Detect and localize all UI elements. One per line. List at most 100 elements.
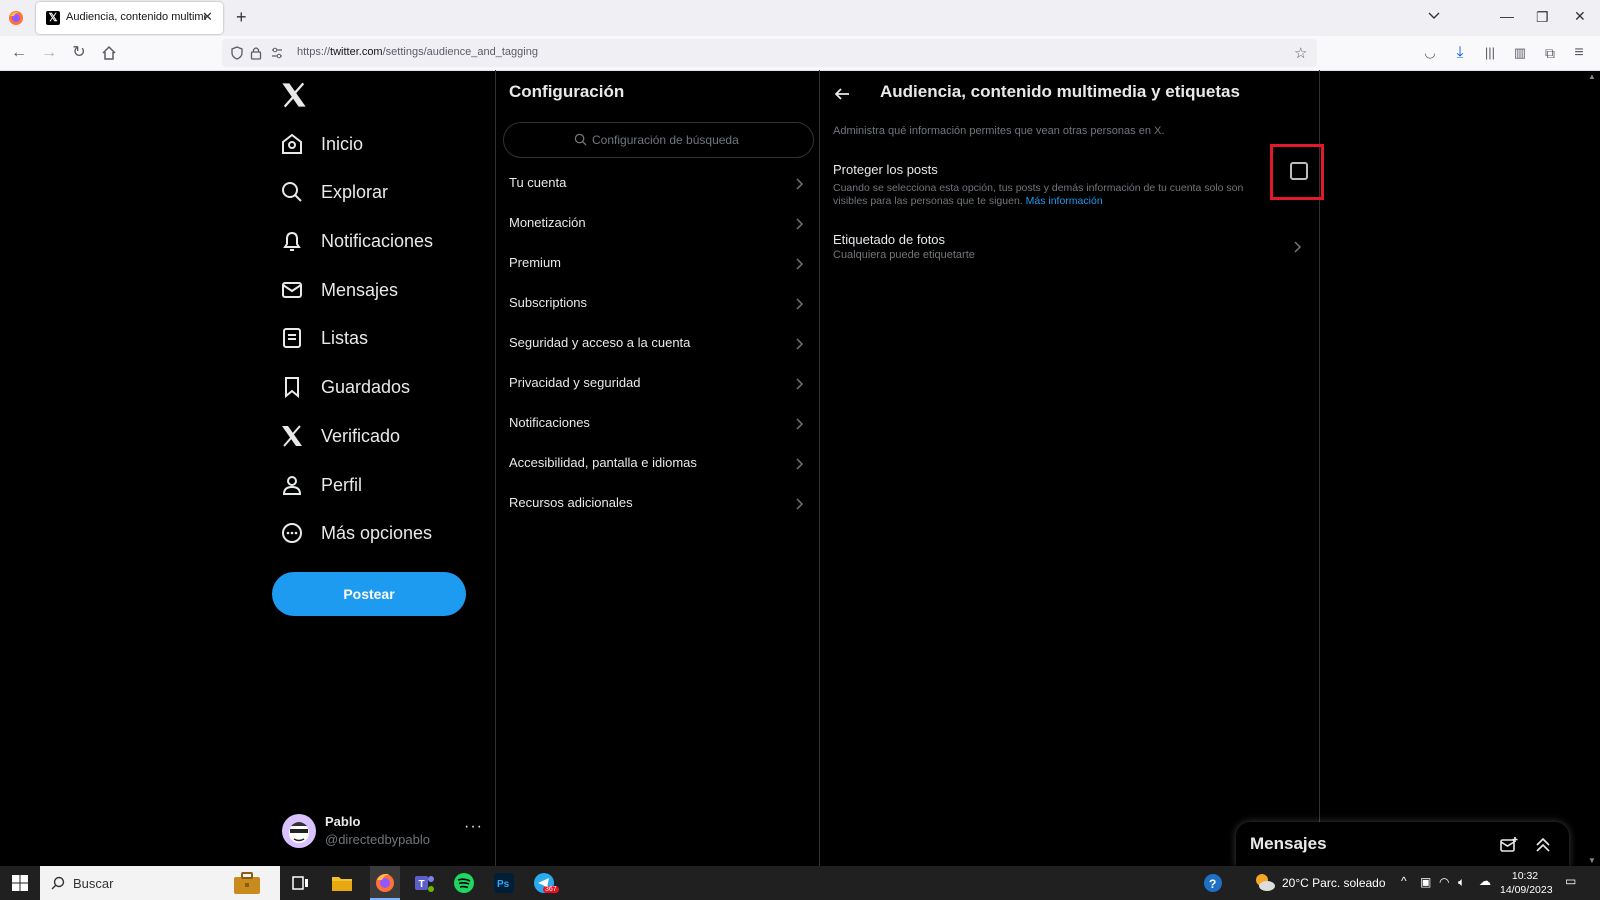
wifi-icon[interactable]: ◠ — [1439, 875, 1449, 889]
library-icon[interactable]: ||| — [1481, 44, 1499, 62]
pocket-icon[interactable]: ◡ — [1421, 44, 1439, 62]
highlight-annotation — [1270, 144, 1324, 200]
nav-label: Listas — [321, 327, 369, 348]
settings-item-notificaciones[interactable]: Notificaciones — [493, 404, 818, 444]
taskbar: Buscar T Ps 367 ? 20°C Parc. soleado ^ ▣… — [0, 866, 1600, 900]
nav-item-guardados[interactable]: Guardados — [280, 363, 410, 411]
bookmark-star-icon[interactable]: ☆ — [1294, 44, 1307, 62]
taskbar-search-input[interactable]: Buscar — [40, 866, 280, 900]
scroll-up-icon[interactable]: ▲ — [1588, 72, 1596, 81]
more-info-link[interactable]: Más información — [1026, 195, 1103, 207]
list-all-tabs-icon[interactable] — [1428, 12, 1440, 20]
settings-item-subscriptions[interactable]: Subscriptions — [493, 284, 818, 324]
svg-text:T: T — [419, 879, 425, 890]
permissions-icon[interactable] — [270, 46, 284, 60]
home-icon — [282, 133, 302, 154]
tray-app-icon[interactable]: ▣ — [1420, 875, 1431, 889]
tray-chevron-icon[interactable]: ^ — [1401, 874, 1407, 888]
telegram-badge: 367 — [543, 886, 559, 893]
photoshop-icon[interactable]: Ps — [492, 871, 516, 895]
bell-icon — [283, 231, 301, 251]
nav-item-listas[interactable]: Listas — [280, 314, 368, 362]
chevron-right-icon — [796, 458, 804, 470]
weather-text[interactable]: 20°C Parc. soleado — [1282, 876, 1386, 890]
minimize-icon[interactable]: — — [1500, 8, 1514, 24]
chevron-right-icon — [796, 418, 804, 430]
nav-label: Verificado — [321, 425, 401, 446]
settings-item-label: Privacidad y seguridad — [509, 375, 641, 390]
weather-icon[interactable] — [1254, 872, 1276, 892]
file-explorer-icon[interactable] — [330, 871, 354, 895]
search-icon — [282, 182, 302, 202]
chevron-right-icon — [796, 338, 804, 350]
sidebar-icon[interactable]: ▥ — [1511, 44, 1529, 62]
shield-icon[interactable] — [230, 46, 244, 60]
nav-item-explorar[interactable]: Explorar — [280, 168, 388, 216]
expand-icon[interactable] — [1534, 836, 1552, 854]
page-title: Audiencia, contenido multimedia y etique… — [880, 82, 1240, 101]
bookmark-icon — [285, 377, 299, 399]
taskbar-clock[interactable]: 10:32 14/09/2023 — [1500, 869, 1553, 897]
nav-item-notificaciones[interactable]: Notificaciones — [280, 217, 433, 265]
spotify-icon[interactable] — [452, 871, 476, 895]
onedrive-icon[interactable]: ☁ — [1479, 874, 1491, 888]
firefox-taskbar-icon[interactable] — [373, 871, 397, 895]
volume-icon[interactable]: 🔈︎ — [1458, 875, 1465, 890]
scroll-down-icon[interactable]: ▼ — [1588, 856, 1596, 865]
new-tab-button[interactable]: + — [236, 8, 247, 26]
firefox-icon[interactable] — [8, 10, 24, 26]
url-text[interactable]: https://twitter.com/settings/audience_an… — [297, 46, 538, 58]
settings-item-premium[interactable]: Premium — [493, 244, 818, 284]
back-arrow-icon[interactable] — [833, 85, 851, 103]
teams-icon[interactable]: T — [412, 871, 436, 895]
forward-icon[interactable]: → — [40, 44, 58, 62]
home-browser-icon[interactable] — [100, 44, 118, 62]
windows-start-icon[interactable] — [12, 875, 28, 891]
settings-item-recursos[interactable]: Recursos adicionales — [493, 484, 818, 524]
settings-item-label: Seguridad y acceso a la cuenta — [509, 335, 691, 350]
settings-item-monetizacion[interactable]: Monetización — [493, 204, 818, 244]
post-button[interactable]: Postear — [272, 572, 466, 616]
settings-item-label: Subscriptions — [509, 295, 588, 310]
settings-item-privacidad[interactable]: Privacidad y seguridad — [493, 364, 818, 404]
tab-close-icon[interactable]: ✕ — [202, 9, 213, 25]
nav-item-mas-opciones[interactable]: Más opciones — [280, 509, 432, 557]
nav-item-mensajes[interactable]: Mensajes — [280, 266, 398, 314]
nav-label: Mensajes — [321, 279, 399, 300]
nav-label: Más opciones — [321, 522, 433, 543]
task-view-icon[interactable] — [288, 871, 312, 895]
back-icon[interactable]: ← — [10, 44, 28, 62]
page-description: Administra qué información permites que … — [833, 125, 1165, 137]
search-icon — [51, 876, 65, 890]
nav-item-verificado[interactable]: Verificado — [280, 412, 400, 460]
help-icon[interactable]: ? — [1203, 873, 1223, 893]
person-icon — [282, 476, 302, 495]
messages-drawer[interactable]: Mensajes — [1236, 822, 1569, 867]
x-logo-icon[interactable] — [280, 82, 308, 108]
restore-icon[interactable]: ❐ — [1536, 9, 1549, 26]
reload-icon[interactable]: ↻ — [70, 44, 88, 62]
nav-item-inicio[interactable]: Inicio — [280, 120, 363, 168]
nav-item-perfil[interactable]: Perfil — [280, 461, 362, 509]
settings-item-tu-cuenta[interactable]: Tu cuenta — [493, 164, 818, 204]
nav-label: Guardados — [321, 376, 411, 397]
settings-item-accesibilidad[interactable]: Accesibilidad, pantalla e idiomas — [493, 444, 818, 484]
downloads-icon[interactable]: ⤓ — [1451, 44, 1469, 62]
menu-icon[interactable]: ≡ — [1570, 44, 1588, 62]
active-tab[interactable]: 𝕏 Audiencia, contenido multimedia y etiq… — [36, 2, 223, 34]
notifications-center-icon[interactable]: ▭ — [1565, 874, 1576, 888]
settings-search-input[interactable]: Configuración de búsqueda — [503, 122, 814, 158]
close-window-icon[interactable]: ✕ — [1574, 8, 1586, 25]
account-switcher[interactable]: Pablo @directedbypablo ··· — [282, 812, 482, 852]
chevron-right-icon — [796, 258, 804, 270]
extensions-icon[interactable]: ⧉ — [1541, 44, 1559, 62]
chevron-right-icon — [796, 498, 804, 510]
chevron-right-icon — [1294, 241, 1302, 253]
settings-item-seguridad[interactable]: Seguridad y acceso a la cuenta — [493, 324, 818, 364]
url-bar[interactable]: https://twitter.com/settings/audience_an… — [222, 39, 1317, 67]
column-divider — [819, 70, 820, 866]
lock-icon[interactable] — [250, 46, 262, 60]
account-more-icon[interactable]: ··· — [464, 818, 483, 836]
more-circle-icon — [282, 523, 302, 543]
new-message-icon[interactable] — [1500, 836, 1518, 854]
